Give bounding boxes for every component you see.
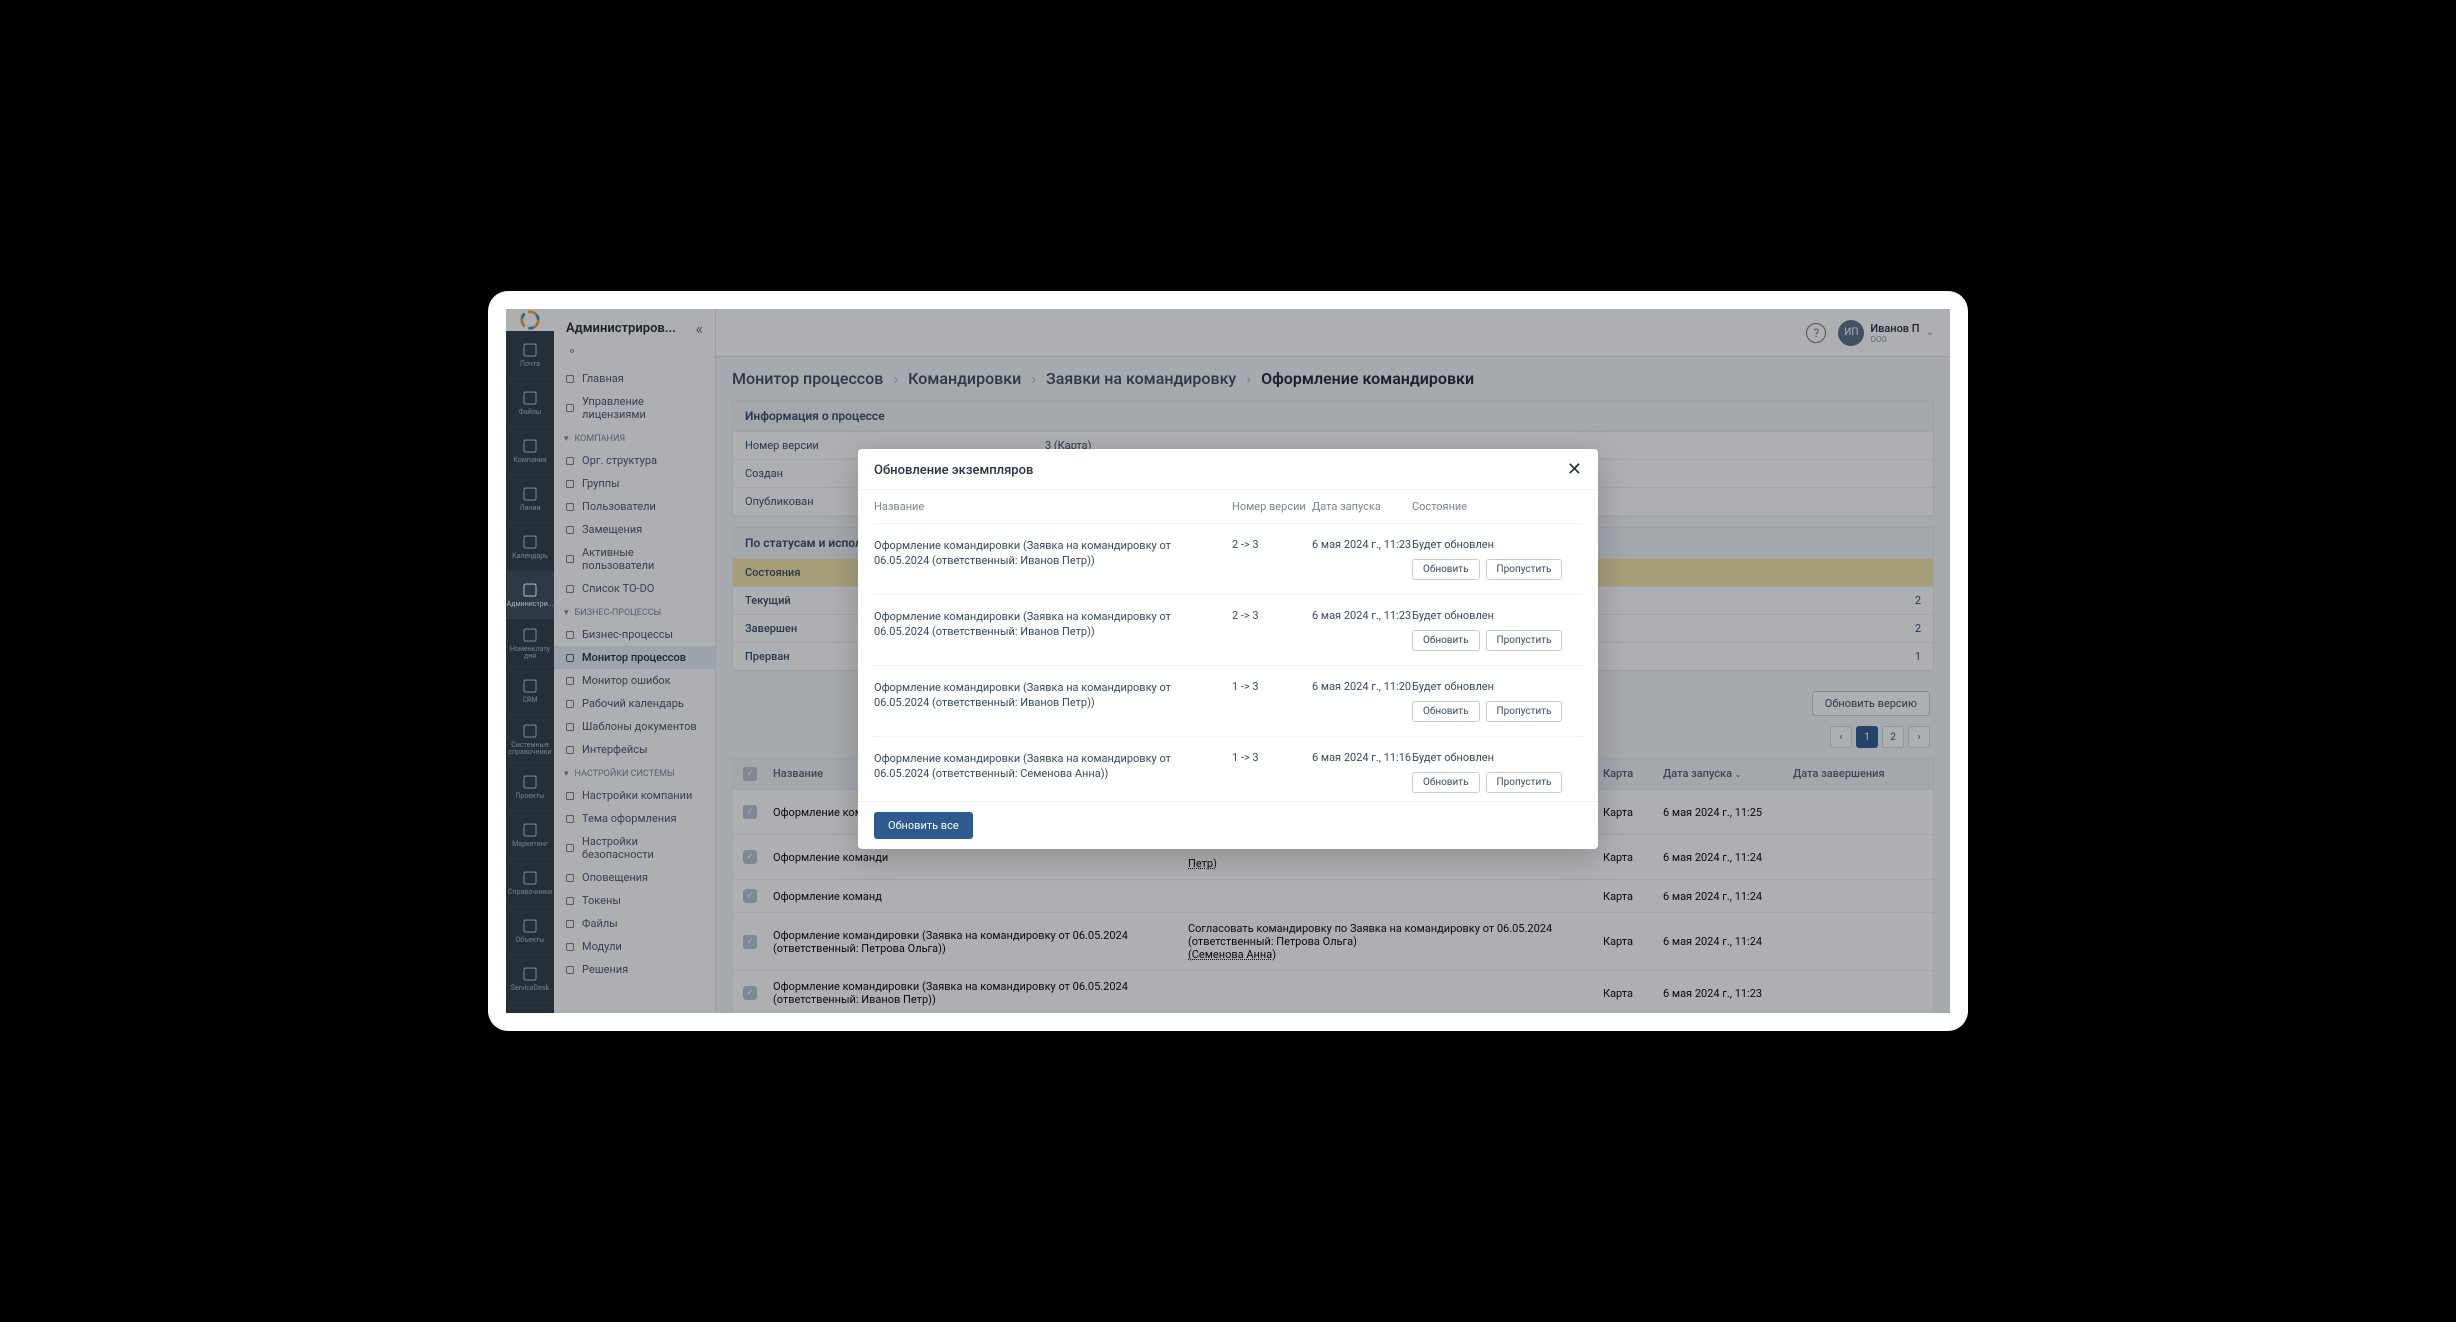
row-status: Будет обновлен — [1412, 609, 1582, 622]
modal-title: Обновление экземпляров — [874, 463, 1567, 478]
update-instances-modal: Обновление экземпляров ✕ Название Номер … — [858, 449, 1598, 849]
modal-row: Оформление командировки (Заявка на коман… — [874, 524, 1582, 595]
row-update-button[interactable]: Обновить — [1412, 772, 1480, 793]
row-skip-button[interactable]: Пропустить — [1486, 701, 1563, 722]
row-update-button[interactable]: Обновить — [1412, 701, 1480, 722]
modal-row: Оформление командировки (Заявка на коман… — [874, 666, 1582, 737]
row-status: Будет обновлен — [1412, 751, 1582, 764]
modal-col-name: Название — [874, 500, 1232, 513]
modal-col-version: Номер версии — [1232, 500, 1312, 513]
row-skip-button[interactable]: Пропустить — [1486, 630, 1563, 651]
row-update-button[interactable]: Обновить — [1412, 630, 1480, 651]
row-status: Будет обновлен — [1412, 538, 1582, 551]
app-root: ПочтаФайлыКомпанияЛинииКалендарьАдминист… — [506, 309, 1950, 1013]
row-skip-button[interactable]: Пропустить — [1486, 559, 1563, 580]
modal-overlay[interactable]: Обновление экземпляров ✕ Название Номер … — [506, 309, 1950, 1013]
modal-row: Оформление командировки (Заявка на коман… — [874, 595, 1582, 666]
update-all-button[interactable]: Обновить все — [874, 812, 973, 839]
modal-col-state: Состояние — [1412, 500, 1582, 513]
modal-row: Оформление командировки (Заявка на коман… — [874, 737, 1582, 801]
row-status: Будет обновлен — [1412, 680, 1582, 693]
row-update-button[interactable]: Обновить — [1412, 559, 1480, 580]
row-skip-button[interactable]: Пропустить — [1486, 772, 1563, 793]
modal-col-date: Дата запуска — [1312, 500, 1412, 513]
modal-close-button[interactable]: ✕ — [1567, 461, 1582, 479]
